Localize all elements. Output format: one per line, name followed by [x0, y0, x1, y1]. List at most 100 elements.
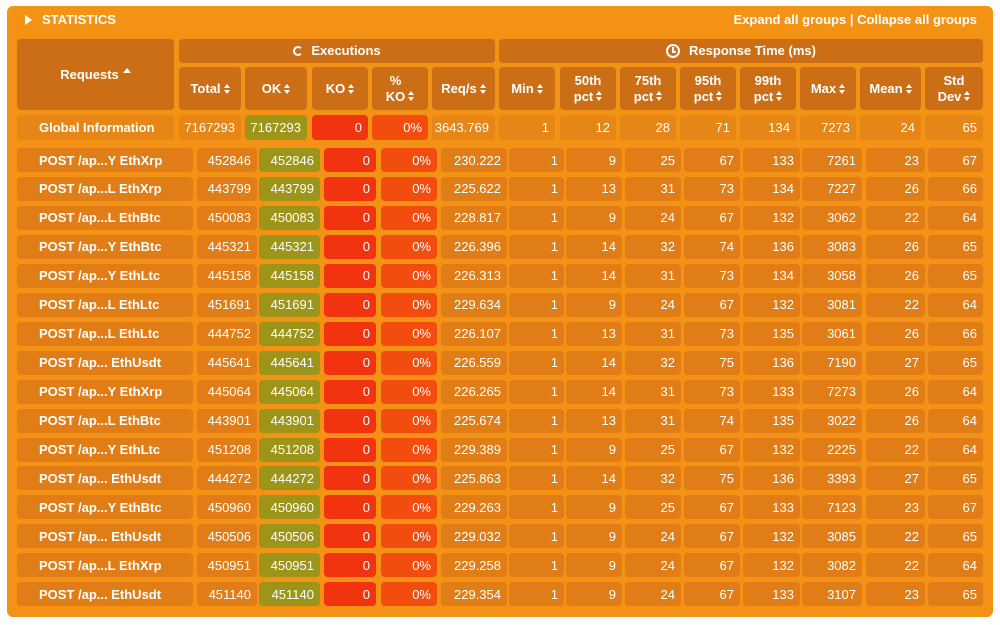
sort-icon — [596, 90, 603, 101]
cell-p99: 134 — [743, 263, 800, 288]
global-information-label[interactable]: Global Information — [17, 115, 174, 140]
cell-max: 7273 — [802, 379, 862, 404]
collapse-all-link[interactable]: Collapse all groups — [857, 12, 977, 27]
expand-triangle-icon[interactable] — [25, 14, 32, 25]
request-name[interactable]: POST /ap...L EthLtc — [17, 292, 193, 317]
cell-reqs: 229.032 — [441, 524, 507, 549]
col-ok-label: OK — [261, 80, 282, 96]
request-name[interactable]: POST /ap...Y EthXrp — [17, 379, 193, 404]
request-name[interactable]: POST /ap...L EthXrp — [17, 553, 193, 578]
cell-pct-ko: 0% — [381, 321, 437, 346]
cell-p95: 71 — [680, 115, 736, 140]
col-std-label-1: Std — [943, 72, 965, 88]
request-name[interactable]: POST /ap...Y EthXrp — [17, 148, 193, 172]
cell-p95: 67 — [684, 553, 740, 578]
cell-ko: 0 — [324, 524, 376, 549]
cell-total: 444272 — [197, 466, 257, 491]
cell-total: 445158 — [197, 263, 257, 288]
request-name[interactable]: POST /ap...L EthBtc — [17, 205, 193, 230]
request-name[interactable]: POST /ap... EthUsdt — [17, 524, 193, 549]
cell-ok: 445321 — [259, 234, 320, 259]
request-name[interactable]: POST /ap... EthUsdt — [17, 466, 193, 491]
cell-mean: 22 — [866, 292, 925, 317]
col-p75-label-1: 75th — [634, 72, 662, 88]
group-response-time-label: Response Time (ms) — [689, 43, 816, 58]
cell-p75: 32 — [625, 350, 681, 375]
col-ko[interactable]: KO — [312, 67, 368, 110]
cell-mean: 26 — [866, 379, 925, 404]
col-p75[interactable]: 75th pct — [620, 67, 676, 110]
col-reqs[interactable]: Req/s — [432, 67, 495, 110]
cell-std-dev: 65 — [928, 350, 983, 375]
cell-ok: 450506 — [259, 524, 320, 549]
cell-min: 1 — [509, 379, 564, 404]
request-name[interactable]: POST /ap...L EthBtc — [17, 408, 193, 433]
cell-p95: 75 — [684, 350, 740, 375]
col-total[interactable]: Total — [179, 67, 241, 110]
cell-p75: 28 — [620, 115, 676, 140]
cell-total: 443901 — [197, 408, 257, 433]
cell-pct-ko: 0% — [381, 350, 437, 375]
cell-p75: 32 — [625, 234, 681, 259]
cell-min: 1 — [509, 350, 564, 375]
cell-min: 1 — [509, 292, 564, 317]
cell-p95: 74 — [684, 234, 740, 259]
cell-p95: 67 — [684, 582, 740, 607]
cell-min: 1 — [509, 234, 564, 259]
request-name[interactable]: POST /ap...L EthXrp — [17, 176, 193, 201]
request-name[interactable]: POST /ap...L EthLtc — [17, 321, 193, 346]
col-p99-label-1: 99th — [754, 72, 782, 88]
statistics-toggle[interactable]: STATISTICS — [25, 12, 116, 27]
col-ok[interactable]: OK — [245, 67, 307, 110]
sort-icon — [964, 90, 971, 101]
cell-ok: 451691 — [259, 292, 320, 317]
cell-max: 3393 — [802, 466, 862, 491]
request-name[interactable]: POST /ap...Y EthBtc — [17, 234, 193, 259]
cell-ko: 0 — [324, 437, 376, 462]
col-p50-label-2: pct — [573, 88, 594, 104]
col-std-dev[interactable]: Std Dev — [925, 67, 983, 110]
cell-min: 1 — [499, 115, 555, 140]
cell-min: 1 — [509, 553, 564, 578]
cell-p99: 132 — [743, 292, 800, 317]
cell-mean: 26 — [866, 263, 925, 288]
col-ko-label: KO — [325, 80, 346, 96]
request-name[interactable]: POST /ap... EthUsdt — [17, 582, 193, 607]
col-requests[interactable]: Requests — [17, 39, 174, 110]
clock-icon — [666, 44, 681, 58]
col-min[interactable]: Min — [499, 67, 555, 110]
cell-pct-ko: 0% — [381, 553, 437, 578]
cell-min: 1 — [509, 466, 564, 491]
cell-ko: 0 — [312, 115, 368, 140]
cell-p50: 9 — [566, 553, 622, 578]
cell-std-dev: 66 — [928, 176, 983, 201]
request-name[interactable]: POST /ap... EthUsdt — [17, 350, 193, 375]
col-p95[interactable]: 95th pct — [680, 67, 736, 110]
request-name[interactable]: POST /ap...Y EthBtc — [17, 495, 193, 520]
cell-p95: 73 — [684, 321, 740, 346]
cell-total: 7167293 — [179, 115, 241, 140]
col-mean[interactable]: Mean — [860, 67, 921, 110]
request-name[interactable]: POST /ap...Y EthLtc — [17, 437, 193, 462]
cell-min: 1 — [509, 408, 564, 433]
expand-all-link[interactable]: Expand all groups — [734, 12, 847, 27]
col-p50[interactable]: 50th pct — [560, 67, 616, 110]
cell-p50: 9 — [566, 524, 622, 549]
cell-total: 444752 — [197, 321, 257, 346]
col-reqs-label: Req/s — [441, 80, 477, 96]
cell-pct-ko: 0% — [381, 176, 437, 201]
group-executions: Executions — [179, 39, 495, 63]
col-max[interactable]: Max — [800, 67, 856, 110]
cell-reqs: 225.622 — [441, 176, 507, 201]
cell-std-dev: 64 — [928, 292, 983, 317]
col-p99[interactable]: 99th pct — [740, 67, 796, 110]
statistics-panel: STATISTICS Expand all groups | Collapse … — [7, 6, 993, 617]
request-name[interactable]: POST /ap...Y EthLtc — [17, 263, 193, 288]
cell-reqs: 229.258 — [441, 553, 507, 578]
cell-p75: 24 — [625, 582, 681, 607]
cell-max: 3083 — [802, 234, 862, 259]
cell-p75: 31 — [625, 408, 681, 433]
cell-ok: 443901 — [259, 408, 320, 433]
col-pct-ko[interactable]: % KO — [372, 67, 428, 110]
cell-pct-ko: 0% — [381, 408, 437, 433]
